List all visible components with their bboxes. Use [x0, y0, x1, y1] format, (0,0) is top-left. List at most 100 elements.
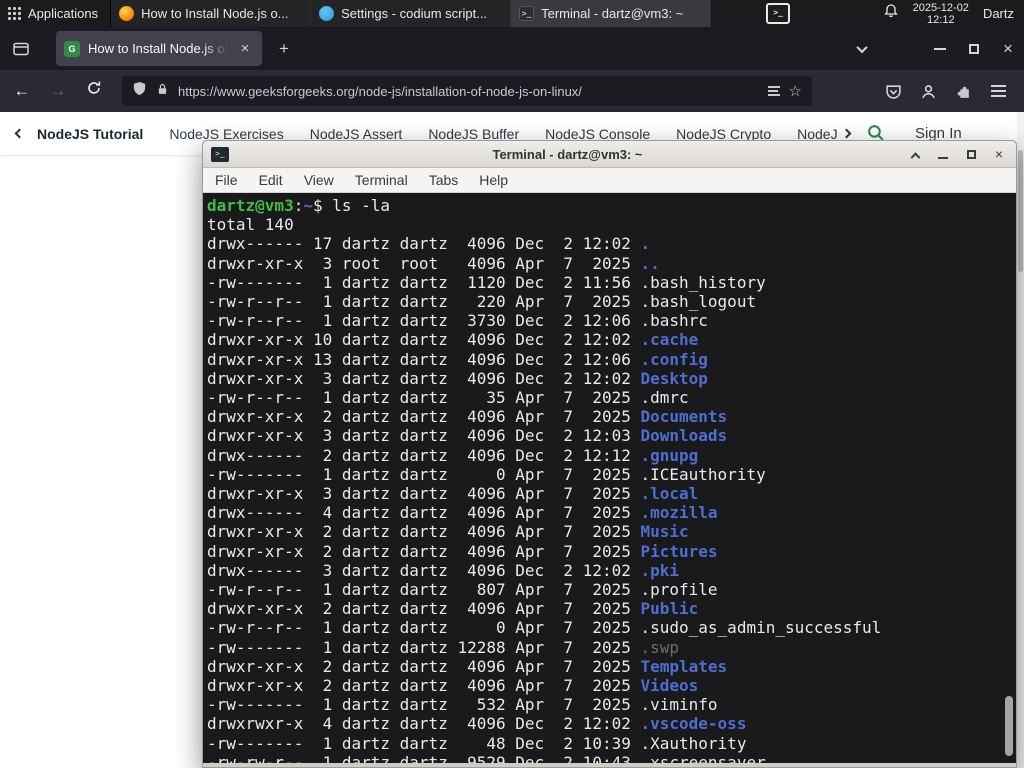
terminal-menu-tabs[interactable]: Tabs: [429, 172, 459, 188]
terminal-output-line: drwxr-xr-x 2 dartz dartz 4096 Apr 7 2025…: [207, 676, 699, 696]
terminal-menu-terminal[interactable]: Terminal: [355, 172, 408, 188]
tray-terminal-icon[interactable]: >_: [766, 3, 791, 24]
file-name: .dmrc: [640, 388, 689, 408]
site-nav-link[interactable]: NodeJS Tutorial: [37, 126, 143, 142]
directory-name: ..: [640, 253, 660, 273]
directory-name: .local: [640, 484, 699, 504]
terminal-output-line: drwxrwxr-x 4 dartz dartz 4096 Dec 2 12:0…: [207, 714, 747, 734]
browser-tab[interactable]: G How to Install Node.js on ×: [56, 31, 262, 66]
prompt-separator: :: [293, 196, 304, 215]
browser-tab-bar: G How to Install Node.js on × + ×: [0, 27, 1024, 70]
directory-name: .mozilla: [640, 503, 718, 523]
directory-name: .config: [640, 349, 708, 369]
terminal-menu-file[interactable]: File: [215, 172, 238, 188]
window-maximize-button[interactable]: [964, 27, 984, 70]
terminal-output-line: drwx------ 2 dartz dartz 4096 Dec 2 12:1…: [207, 445, 699, 465]
tab-title: How to Install Node.js on: [88, 41, 228, 56]
terminal-output-line: -rw------- 1 dartz dartz 0 Apr 7 2025 .I…: [207, 464, 766, 484]
pocket-icon[interactable]: [883, 81, 903, 101]
page-scrollbar[interactable]: [1017, 112, 1024, 768]
taskbar-windows: How to Install Node.js o... Settings - co…: [111, 0, 712, 27]
taskbar-window-button[interactable]: Settings - codium script...: [311, 0, 512, 27]
directory-name: Pictures: [640, 541, 718, 561]
taskbar-window-title: Terminal - dartz@vm3: ~: [541, 6, 684, 21]
new-tab-button[interactable]: +: [272, 37, 296, 61]
taskbar-window-title: Settings - codium script...: [341, 6, 488, 21]
terminal-scrollbar[interactable]: [1003, 194, 1015, 763]
taskbar-status-area: 2025-12-02 12:12 Dartz: [883, 0, 1024, 27]
terminal-output-line: drwx------ 4 dartz dartz 4096 Apr 7 2025…: [207, 503, 718, 523]
terminal-titlebar[interactable]: >_ Terminal - dartz@vm3: ~ ×: [203, 141, 1016, 168]
terminal-output-line: drwxr-xr-x 2 dartz dartz 4096 Apr 7 2025…: [207, 541, 718, 561]
lock-icon[interactable]: [156, 82, 169, 101]
terminal-maximize-button[interactable]: [962, 145, 980, 163]
nav-scroll-right-icon[interactable]: [841, 128, 852, 139]
list-all-tabs-icon[interactable]: [852, 27, 872, 70]
window-minimize-button[interactable]: [930, 27, 950, 70]
system-tray: >_: [766, 0, 791, 27]
tab-close-icon[interactable]: ×: [236, 40, 254, 57]
toolbar-right-icons: [883, 81, 1008, 101]
terminal-output-line: -rw-r--r-- 1 dartz dartz 3730 Dec 2 12:0…: [207, 311, 708, 331]
terminal-menu-edit[interactable]: Edit: [259, 172, 283, 188]
window-close-button[interactable]: ×: [998, 27, 1018, 70]
terminal-output-line: -rw------- 1 dartz dartz 532 Apr 7 2025 …: [207, 695, 718, 715]
nav-scroll-left-icon[interactable]: [14, 128, 25, 139]
bookmark-star-icon[interactable]: ☆: [789, 82, 802, 100]
back-button[interactable]: ←: [8, 77, 36, 105]
file-name: .viminfo: [640, 695, 718, 715]
menu-hamburger-icon[interactable]: [988, 81, 1008, 101]
terminal-resize-edge[interactable]: [203, 763, 1016, 767]
terminal-icon: >_: [519, 6, 535, 21]
terminal-output-line: drwx------ 17 dartz dartz 4096 Dec 2 12:…: [207, 234, 651, 254]
terminal-command: ls -la: [332, 196, 391, 215]
tracking-shield-icon[interactable]: [132, 81, 147, 101]
clock[interactable]: 2025-12-02 12:12: [913, 2, 969, 26]
directory-name: .: [640, 234, 651, 254]
terminal-output-line: -rw------- 1 dartz dartz 48 Dec 2 10:39 …: [207, 733, 747, 753]
terminal-prompt-line: dartz@vm3:~$ ls -la: [207, 196, 1016, 215]
terminal-menu-help[interactable]: Help: [479, 172, 508, 188]
terminal-content[interactable]: dartz@vm3:~$ ls -la total 140 drwx------…: [203, 194, 1016, 763]
codium-icon: [319, 6, 335, 21]
terminal-scrollbar-thumb[interactable]: [1005, 696, 1013, 756]
terminal-output-line: -rw-r--r-- 1 dartz dartz 0 Apr 7 2025 .s…: [207, 618, 882, 638]
firefox-view-icon[interactable]: [9, 37, 33, 61]
terminal-output-line: -rw------- 1 dartz dartz 1120 Dec 2 11:5…: [207, 272, 766, 292]
taskbar-window-button[interactable]: How to Install Node.js o...: [111, 0, 312, 27]
terminal-window-controls: ×: [906, 145, 1008, 163]
account-icon[interactable]: [918, 81, 938, 101]
file-name: .profile: [640, 580, 718, 600]
prompt-path: ~: [303, 196, 313, 215]
url-bar[interactable]: https://www.geeksforgeeks.org/node-js/in…: [122, 76, 812, 106]
reload-button[interactable]: [80, 77, 108, 105]
page-scrollbar-thumb[interactable]: [1018, 150, 1023, 272]
directory-name: .pki: [640, 560, 680, 580]
url-text[interactable]: https://www.geeksforgeeks.org/node-js/in…: [178, 84, 759, 99]
taskbar-window-button[interactable]: >_ Terminal - dartz@vm3: ~: [511, 0, 712, 27]
terminal-output-line: -rw-r--r-- 1 dartz dartz 35 Apr 7 2025 .…: [207, 388, 689, 408]
terminal-entries: drwx------ 17 dartz dartz 4096 Dec 2 12:…: [207, 234, 1016, 763]
file-name: .sudo_as_admin_successful: [640, 618, 882, 638]
file-name: .Xauthority: [640, 733, 747, 753]
browser-toolbar: ← → https://www.geeksforgeeks.org/node-j…: [0, 70, 1024, 112]
notifications-bell-icon[interactable]: [883, 3, 899, 24]
file-name: .bash_history: [640, 272, 766, 292]
terminal-output-line: drwxr-xr-x 2 dartz dartz 4096 Apr 7 2025…: [207, 656, 728, 676]
terminal-menubar: File Edit View Terminal Tabs Help: [203, 168, 1016, 193]
terminal-shade-button[interactable]: [906, 145, 924, 163]
terminal-menu-view[interactable]: View: [304, 172, 334, 188]
extensions-puzzle-icon[interactable]: [953, 81, 973, 101]
terminal-output-line: drwxr-xr-x 2 dartz dartz 4096 Apr 7 2025…: [207, 407, 728, 427]
applications-menu-button[interactable]: Applications: [0, 0, 112, 27]
terminal-minimize-button[interactable]: [934, 145, 952, 163]
terminal-close-button[interactable]: ×: [990, 145, 1008, 163]
reader-mode-icon[interactable]: [767, 86, 780, 96]
terminal-output-line: -rw-rw-r-- 1 dartz dartz 9529 Dec 2 10:4…: [207, 753, 1016, 763]
applications-label: Applications: [28, 6, 99, 21]
terminal-output-line: drwx------ 3 dartz dartz 4096 Dec 2 12:0…: [207, 560, 680, 580]
terminal-output-line: drwxr-xr-x 10 dartz dartz 4096 Dec 2 12:…: [207, 330, 699, 350]
terminal-output-line: drwxr-xr-x 2 dartz dartz 4096 Apr 7 2025…: [207, 599, 699, 619]
directory-name: Documents: [640, 407, 728, 427]
clock-time: 12:12: [927, 13, 955, 26]
